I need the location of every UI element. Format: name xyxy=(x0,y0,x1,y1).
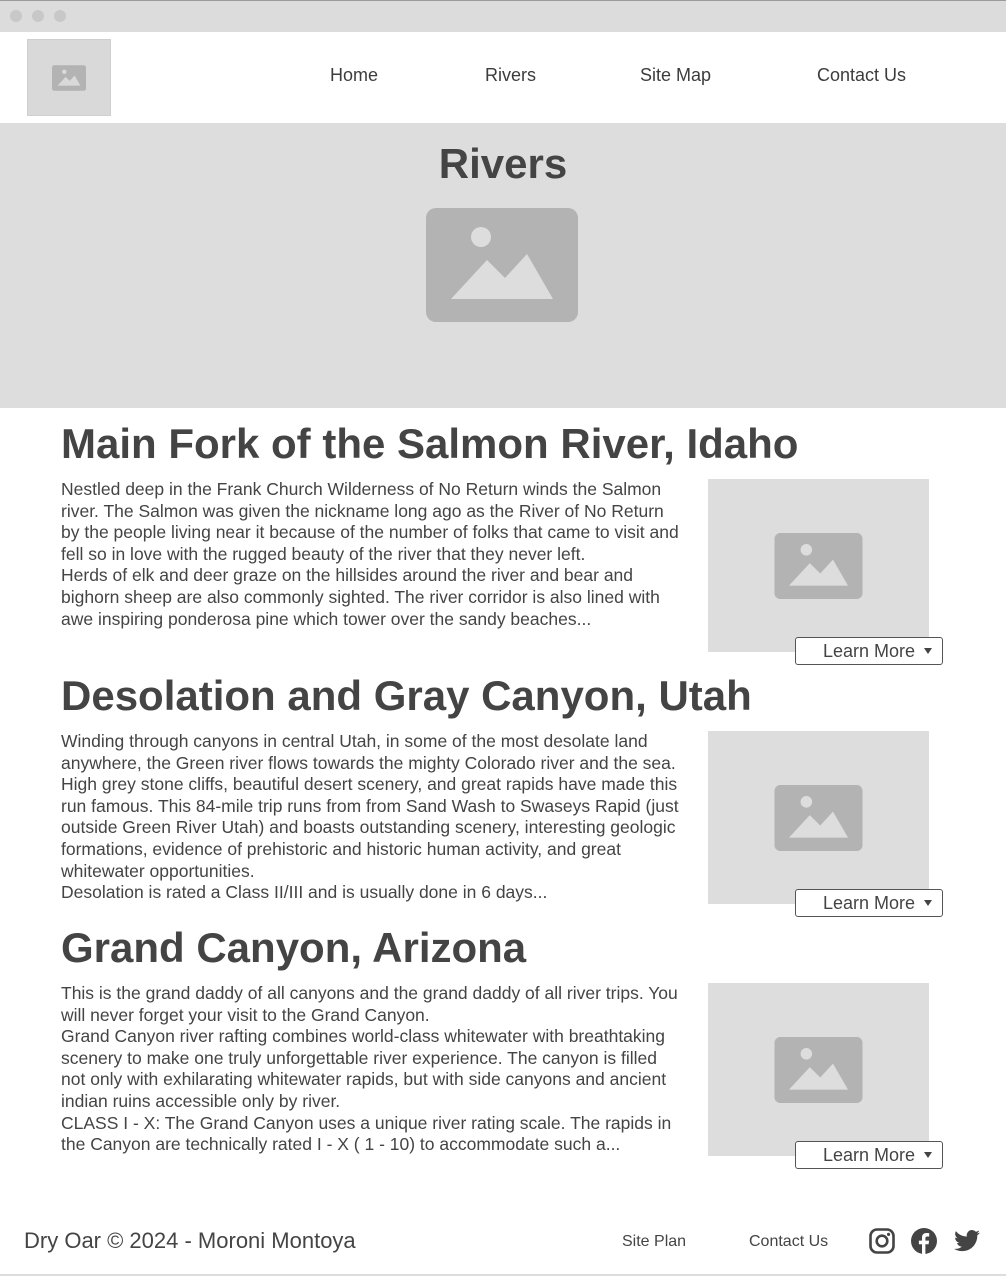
section-text-desolation: Winding through canyons in central Utah,… xyxy=(61,731,686,904)
section-paragraph: CLASS I - X: The Grand Canyon uses a uni… xyxy=(61,1112,672,1155)
image-placeholder-icon xyxy=(774,784,863,851)
image-placeholder-icon xyxy=(52,64,86,91)
window-minimize-dot[interactable] xyxy=(32,10,44,22)
dropdown-arrow-icon xyxy=(924,900,932,906)
nav-contact-us[interactable]: Contact Us xyxy=(817,65,906,85)
nav-home[interactable]: Home xyxy=(330,65,378,85)
nav-rivers[interactable]: Rivers xyxy=(485,65,536,85)
page-title: Rivers xyxy=(438,140,568,187)
footer-link-site-plan[interactable]: Site Plan xyxy=(622,1232,686,1251)
learn-more-button-salmon[interactable]: Learn More xyxy=(795,637,943,665)
site-header: Home Rivers Site Map Contact Us xyxy=(0,32,1006,123)
section-image-salmon xyxy=(708,479,929,652)
section-paragraph: Nestled deep in the Frank Church Wildern… xyxy=(61,479,679,564)
section-paragraph: Desolation is rated a Class II/III and i… xyxy=(61,882,548,903)
section-paragraph: This is the grand daddy of all canyons a… xyxy=(61,983,678,1025)
section-title-grand-canyon: Grand Canyon, Arizona xyxy=(61,924,527,971)
facebook-icon[interactable] xyxy=(910,1227,938,1255)
dropdown-arrow-icon xyxy=(924,1152,932,1158)
section-paragraph: Winding through canyons in central Utah,… xyxy=(61,731,679,881)
learn-more-button-desolation[interactable]: Learn More xyxy=(795,889,943,917)
section-image-grand-canyon xyxy=(708,983,929,1156)
learn-more-button-grand-canyon[interactable]: Learn More xyxy=(795,1141,943,1169)
hero-image-placeholder-icon xyxy=(426,208,578,322)
section-paragraph: Herds of elk and deer graze on the hills… xyxy=(61,565,660,629)
image-placeholder-icon xyxy=(774,532,863,599)
hero-banner: Rivers xyxy=(0,123,1006,408)
learn-more-label: Learn More xyxy=(823,1144,916,1165)
window-maximize-dot[interactable] xyxy=(54,10,66,22)
nav-site-map[interactable]: Site Map xyxy=(640,65,711,85)
section-image-desolation xyxy=(708,731,929,904)
image-placeholder-icon xyxy=(774,1036,863,1103)
twitter-icon[interactable] xyxy=(953,1227,981,1255)
window-close-dot[interactable] xyxy=(10,10,22,22)
instagram-icon[interactable] xyxy=(868,1227,896,1255)
window-titlebar xyxy=(0,0,1006,32)
section-paragraph: Grand Canyon river rafting combines worl… xyxy=(61,1026,667,1111)
section-title-salmon: Main Fork of the Salmon River, Idaho xyxy=(61,420,799,467)
learn-more-label: Learn More xyxy=(823,640,916,661)
footer-link-contact-us[interactable]: Contact Us xyxy=(749,1232,828,1251)
site-logo[interactable] xyxy=(27,39,111,116)
section-text-grand-canyon: This is the grand daddy of all canyons a… xyxy=(61,983,686,1156)
learn-more-label: Learn More xyxy=(823,892,916,913)
dropdown-arrow-icon xyxy=(924,648,932,654)
section-text-salmon: Nestled deep in the Frank Church Wildern… xyxy=(61,479,686,630)
section-title-desolation: Desolation and Gray Canyon, Utah xyxy=(61,672,752,719)
footer-copyright: Dry Oar © 2024 - Moroni Montoya xyxy=(24,1228,356,1253)
